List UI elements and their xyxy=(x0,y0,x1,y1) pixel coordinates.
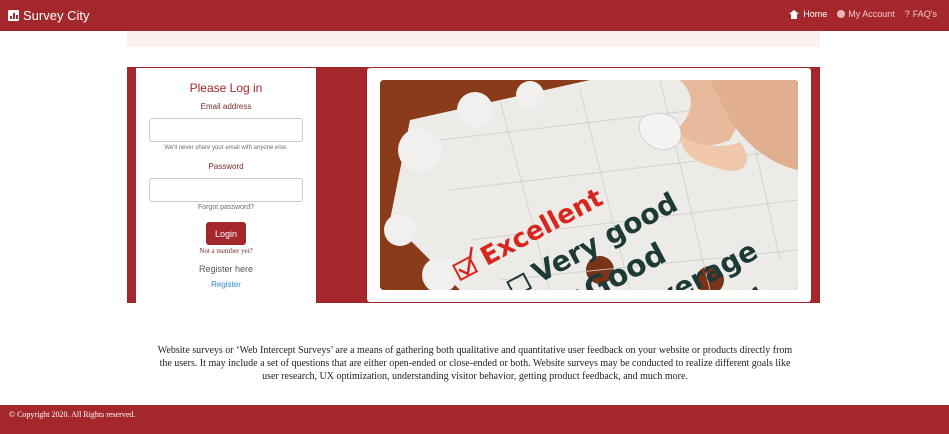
bar-chart-icon xyxy=(8,10,19,21)
brand-name: Survey City xyxy=(23,8,90,23)
nav-faqs[interactable]: ? FAQ's xyxy=(905,9,937,19)
nav-home-label: Home xyxy=(803,9,828,19)
question-circle-icon: ? xyxy=(904,9,910,19)
login-title: Please Log in xyxy=(189,81,263,95)
password-label: Password xyxy=(208,162,244,171)
email-label: Email address xyxy=(200,102,252,111)
email-help-text: We'll never share your email with anyone… xyxy=(164,145,288,151)
user-circle-icon xyxy=(837,10,846,18)
login-button[interactable]: Login xyxy=(206,222,246,245)
nav-home[interactable]: Home xyxy=(789,9,827,19)
forgot-password-link[interactable]: Forgot password? xyxy=(136,204,316,211)
footer: © Copyright 2020. All Rights reserved. xyxy=(0,405,949,434)
email-field[interactable] xyxy=(149,118,303,142)
home-icon xyxy=(789,9,800,19)
password-field[interactable] xyxy=(149,178,303,202)
brand-logo[interactable]: Survey City xyxy=(8,7,89,24)
alert-strip xyxy=(127,31,820,47)
nav-links: Home My Account ? FAQ's xyxy=(779,9,937,19)
not-member-text: Not a member yet? xyxy=(199,247,253,255)
copyright-text: © Copyright 2020. All Rights reserved. xyxy=(9,410,136,419)
puzzle-rating-illustration: Excellent Very good Good Average Poor xyxy=(380,80,798,290)
register-here-text: Register here xyxy=(198,264,254,274)
register-link[interactable]: Register xyxy=(136,280,316,289)
description-text: Website surveys or ‘Web Intercept Survey… xyxy=(157,345,793,382)
login-card: Please Log in Email address We'll never … xyxy=(136,68,316,303)
survey-hero-image: Excellent Very good Good Average Poor xyxy=(380,80,798,290)
top-navbar: Survey City Home My Account ? FAQ's xyxy=(0,0,949,31)
nav-my-account[interactable]: My Account xyxy=(837,9,895,19)
nav-faqs-label: FAQ's xyxy=(912,9,937,19)
nav-my-account-label: My Account xyxy=(848,9,895,19)
